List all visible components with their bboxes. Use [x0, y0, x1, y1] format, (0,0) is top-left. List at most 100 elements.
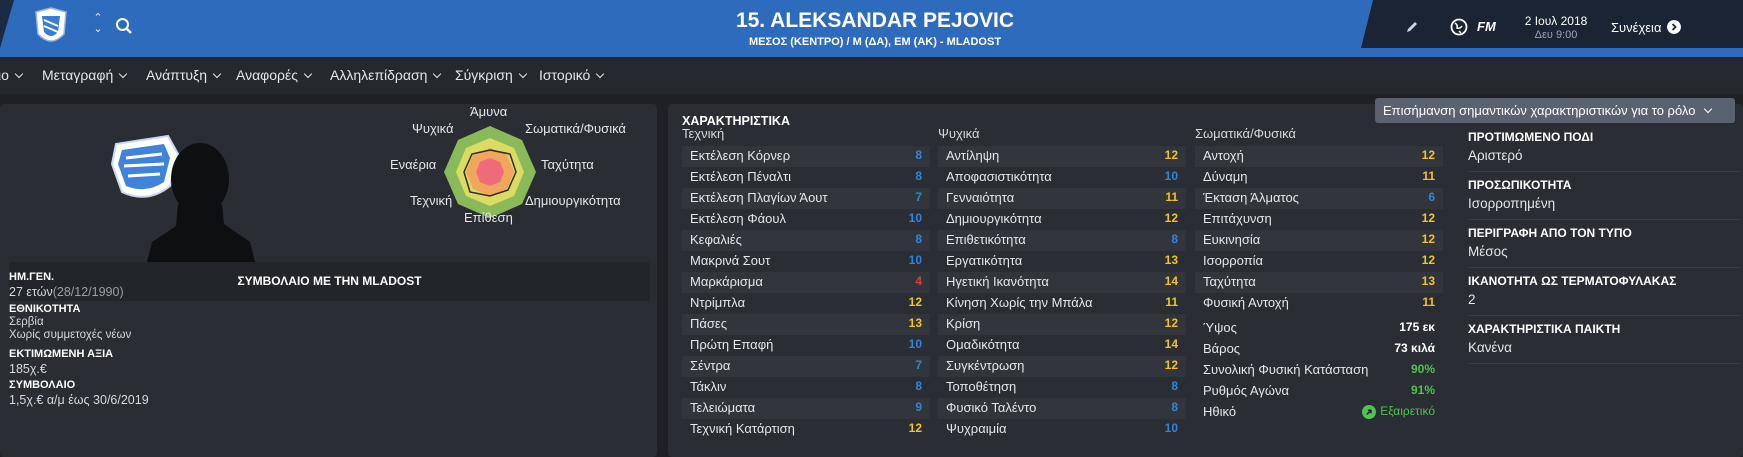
player-overview-panel: Άμυνα Σωματικά/Φυσικά Ταχύτητα Δημιουργι… — [0, 104, 657, 457]
attribute-row[interactable]: Ευκινησία 12 — [1195, 230, 1443, 251]
age-value: 27 ετών — [9, 285, 53, 299]
attribute-row[interactable]: Φυσική Αντοχή 11 — [1195, 293, 1443, 314]
continue-arrow-icon[interactable] — [1667, 20, 1681, 34]
menu-compare[interactable]: Σύγκριση — [455, 67, 528, 83]
attribute-row[interactable]: Ψυχραιμία 10 — [938, 419, 1186, 440]
attribute-row[interactable]: Αντίληψη 12 — [938, 146, 1186, 167]
attribute-row[interactable]: Έκταση Άλματος 6 — [1195, 188, 1443, 209]
search-icon[interactable] — [115, 17, 133, 35]
chevron-down-icon[interactable]: ⌄ — [92, 24, 104, 35]
attribute-row[interactable]: Επιθετικότητα 8 — [938, 230, 1186, 251]
club-crest-icon[interactable] — [32, 6, 70, 48]
radar-label-technique: Τεχνική — [410, 193, 453, 208]
chevron-down-icon — [303, 69, 313, 79]
attribute-name: Φυσική Αντοχή — [1203, 295, 1289, 310]
attribute-row[interactable]: Αντοχή 12 — [1195, 146, 1443, 167]
attribute-row[interactable]: Εκτέλεση Πλαγίων Άουτ 7 — [682, 188, 930, 209]
menu-reports[interactable]: Αναφορές — [236, 67, 313, 83]
attribute-row[interactable]: Αποφασιστικότητα 10 — [938, 167, 1186, 188]
physical-extra-value: 91% — [1410, 383, 1435, 397]
attribute-row[interactable]: Εκτέλεση Φάουλ 10 — [682, 209, 930, 230]
attribute-row[interactable]: Κεφαλιές 8 — [682, 230, 930, 251]
continue-button[interactable]: Συνέχεια — [1611, 20, 1661, 35]
attribute-row[interactable]: Εργατικότητα 13 — [938, 251, 1186, 272]
physical-extra-row: Ύψος 175 εκ — [1195, 318, 1443, 339]
attribute-row[interactable]: Εκτέλεση Κόρνερ 8 — [682, 146, 930, 167]
game-date: 2 Ιουλ 2018 — [1524, 14, 1588, 28]
contract-block: ΣΥΜΒΟΛΑΙΟ 1,5χ.€ α/μ έως 30/6/2019 — [9, 379, 649, 407]
attribute-name: Ψυχραιμία — [946, 421, 1007, 436]
attribute-name: Εκτέλεση Πλαγίων Άουτ — [690, 190, 828, 205]
technical-attributes: Εκτέλεση Κόρνερ 8 Εκτέλεση Πέναλτι 8 Εκτέλεσ… — [682, 146, 930, 440]
attribute-row[interactable]: Μακρινά Σουτ 10 — [682, 251, 930, 272]
attribute-row[interactable]: Ισορροπία 12 — [1195, 251, 1443, 272]
game-time: Δευ 9:00 — [1534, 29, 1578, 41]
attribute-name: Ισορροπία — [1203, 253, 1264, 268]
attribute-name: Τεχνική Κατάρτιση — [690, 421, 795, 436]
highlight-role-dropdown[interactable]: Επισήμανση σημαντικών χαρακτηριστικών γι… — [1375, 98, 1735, 123]
attribute-row[interactable]: Ηγετική Ικανότητα 14 — [938, 272, 1186, 293]
attribute-row[interactable]: Κρίση 12 — [938, 314, 1186, 335]
attribute-row[interactable]: Δημιουργικότητα 12 — [938, 209, 1186, 230]
menu-development[interactable]: Ανάπτυξη — [146, 67, 222, 83]
attribute-row[interactable]: Ταχύτητα 13 — [1195, 272, 1443, 293]
attribute-name: Κεφαλιές — [690, 232, 742, 247]
physical-extra-row: Βάρος 73 κιλά — [1195, 339, 1443, 360]
menu-overview[interactable]: ιο — [0, 67, 24, 83]
attribute-value: 14 — [1164, 337, 1178, 351]
attribute-row[interactable]: Δύναμη 11 — [1195, 167, 1443, 188]
back-tab[interactable] — [0, 0, 14, 48]
player-info-value: Ισορροπημένη — [1468, 196, 1556, 211]
attribute-name: Μακρινά Σουτ — [690, 253, 771, 268]
physical-extra-name: Συνολική Φυσική Κατάσταση — [1203, 362, 1369, 377]
player-switch-arrows[interactable]: ⌃ ⌄ — [92, 13, 104, 35]
mental-header: Ψυχικά — [938, 126, 980, 141]
attribute-value: 10 — [908, 337, 922, 351]
attribute-row[interactable]: Ομαδικότητα 14 — [938, 335, 1186, 356]
attribute-row[interactable]: Τελειώματα 9 — [682, 398, 930, 419]
pencil-icon[interactable] — [1404, 19, 1420, 35]
menu-interaction[interactable]: Αλληλεπίδραση — [330, 67, 442, 83]
attribute-name: Εκτέλεση Πέναλτι — [690, 169, 791, 184]
attribute-row[interactable]: Επιτάχυνση 12 — [1195, 209, 1443, 230]
attribute-row[interactable]: Τάκλιν 8 — [682, 377, 930, 398]
dob-label: ΗΜ.ΓΕΝ. — [9, 271, 55, 283]
physical-extra-name: Ρυθμός Αγώνα — [1203, 383, 1289, 398]
nationality-value[interactable]: Σερβία — [9, 316, 649, 328]
player-info-block: ΠΡΟΤΙΜΩΜΕΝΟ ΠΟΔΙ Αριστερό — [1468, 124, 1741, 172]
attribute-row[interactable]: Τοποθέτηση 8 — [938, 377, 1186, 398]
title-bar: ⌃ ⌄ 15. ALEKSANDAR PEJOVIC ΜΕΣΟΣ (ΚΕΝΤΡΟ… — [0, 0, 1743, 57]
attribute-name: Μαρκάρισμα — [690, 274, 763, 289]
attribute-row[interactable]: Πάσες 13 — [682, 314, 930, 335]
fm-logo[interactable]: FM — [1477, 19, 1496, 34]
menu-history[interactable]: Ιστορικό — [539, 67, 605, 83]
physical-extra-name: Ύψος — [1203, 320, 1237, 335]
attribute-row[interactable]: Πρώτη Επαφή 10 — [682, 335, 930, 356]
player-info-value: Αριστερό — [1468, 148, 1523, 163]
menu-transfer[interactable]: Μεταγραφή — [42, 67, 128, 83]
attribute-row[interactable]: Φυσικό Ταλέντο 8 — [938, 398, 1186, 419]
attribute-row[interactable]: Σέντρα 7 — [682, 356, 930, 377]
globe-icon[interactable] — [1449, 17, 1469, 37]
chevron-down-icon — [212, 69, 222, 79]
dob-block: ΗΜ.ΓΕΝ. 27 ετών(28/12/1990) — [9, 271, 649, 299]
morale-arrow-icon: ➜ — [1359, 402, 1380, 422]
chevron-down-icon — [433, 69, 442, 79]
nationality-block: ΕΘΝΙΚΟΤΗΤΑ Σερβία Χωρίς συμμετοχές νέων — [9, 303, 649, 341]
attribute-value: 12 — [1164, 148, 1178, 162]
attribute-row[interactable]: Κίνηση Χωρίς την Μπάλα 11 — [938, 293, 1186, 314]
attribute-row[interactable]: Συγκέντρωση 12 — [938, 356, 1186, 377]
player-info-block: ΧΑΡΑΚΤΗΡΙΣΤΙΚΑ ΠΑΙΚΤΗ Κανένα — [1468, 316, 1741, 364]
player-info-label: ΙΚΑΝΟΤΗΤΑ ΩΣ ΤΕΡΜΑΤΟΦΥΛΑΚΑΣ — [1468, 274, 1677, 288]
attribute-value: 10 — [908, 253, 922, 267]
radar-label-creativity: Δημιουργικότητα — [525, 193, 621, 208]
attribute-row[interactable]: Εκτέλεση Πέναλτι 8 — [682, 167, 930, 188]
attribute-value: 12 — [1164, 211, 1178, 225]
attribute-value: 8 — [1171, 379, 1178, 393]
attribute-row[interactable]: Ντρίμπλα 12 — [682, 293, 930, 314]
attribute-row[interactable]: Γενναιότητα 11 — [938, 188, 1186, 209]
attribute-row[interactable]: Μαρκάρισμα 4 — [682, 272, 930, 293]
page-title: 15. ALEKSANDAR PEJOVIC — [735, 9, 1015, 32]
attribute-row[interactable]: Τεχνική Κατάρτιση 12 — [682, 419, 930, 440]
attribute-value: 10 — [908, 211, 922, 225]
